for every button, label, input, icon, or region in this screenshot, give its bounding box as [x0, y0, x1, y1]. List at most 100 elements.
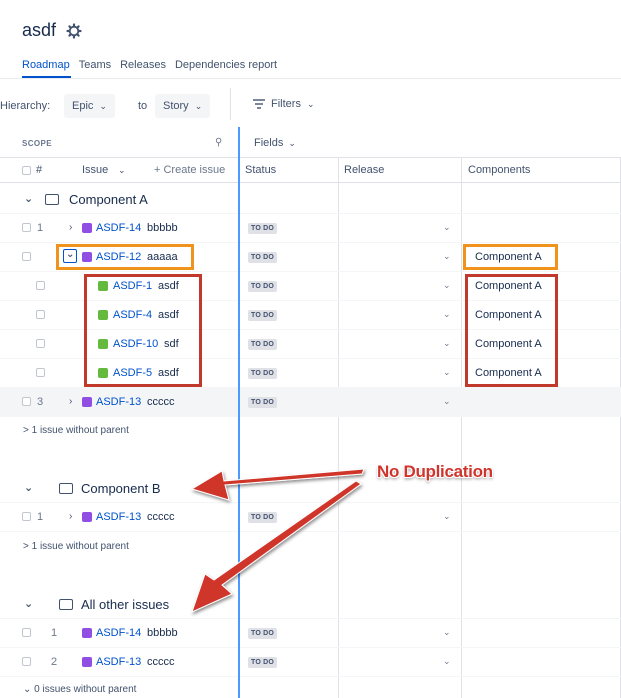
group-header-all-other-issues[interactable]: ⌄ All other issues: [0, 590, 621, 619]
chevron-down-icon[interactable]: ⌄: [443, 280, 451, 291]
epic-icon: [82, 397, 92, 407]
issue-key-link[interactable]: ASDF-13: [96, 656, 141, 668]
epic-icon: [82, 223, 92, 233]
folder-icon: [59, 483, 73, 494]
tab-teams[interactable]: Teams: [79, 59, 111, 71]
filter-icon: [253, 99, 265, 109]
status-badge[interactable]: TO DO: [248, 628, 278, 639]
expand-chevron-icon[interactable]: ›: [69, 511, 72, 522]
column-header-row: # Issue ⌄ + Create issue Status Release …: [0, 157, 621, 183]
issues-without-parent-toggle[interactable]: > 1 issue without parent: [23, 425, 129, 436]
group-title: All other issues: [81, 597, 170, 612]
chevron-down-icon[interactable]: ⌄: [443, 222, 451, 233]
issue-summary: bbbbb: [147, 222, 178, 234]
row-number: 1: [37, 222, 44, 234]
row-checkbox[interactable]: [36, 310, 45, 319]
scope-resize-divider[interactable]: [238, 127, 240, 698]
chevron-down-icon: ⌄: [288, 137, 296, 148]
group-header-component-a[interactable]: ⌄ Component A: [0, 185, 621, 214]
toolbar-divider: [230, 88, 231, 120]
table-row[interactable]: 1 › ASDF-14 bbbbb TO DO ⌄: [0, 214, 621, 243]
table-row[interactable]: 3 › ASDF-13 ccccc TO DO ⌄: [0, 388, 621, 417]
issues-without-parent-toggle[interactable]: > 1 issue without parent: [23, 541, 129, 552]
highlight-epic-component: [463, 244, 558, 270]
issue-key-link[interactable]: ASDF-13: [96, 511, 141, 523]
issue-key-link[interactable]: ASDF-13: [96, 396, 141, 408]
folder-icon: [59, 599, 73, 610]
epic-icon: [82, 512, 92, 522]
chevron-down-icon[interactable]: ⌄: [24, 481, 33, 494]
status-badge[interactable]: TO DO: [248, 397, 278, 408]
chevron-down-icon[interactable]: ⌄: [443, 396, 451, 407]
project-title: asdf: [22, 20, 57, 40]
status-badge[interactable]: TO DO: [248, 223, 278, 234]
fields-label: Fields: [254, 137, 284, 149]
tabs-divider: [0, 78, 621, 79]
chevron-down-icon[interactable]: ⌄: [443, 338, 451, 349]
row-checkbox[interactable]: [22, 397, 31, 406]
fields-dropdown[interactable]: Fields ⌄: [254, 137, 296, 149]
hierarchy-label: Hierarchy:: [0, 100, 51, 112]
issues-without-parent-toggle[interactable]: ⌄ 0 issues without parent: [23, 684, 136, 695]
highlight-child-components: [465, 274, 558, 387]
issue-key-link[interactable]: ASDF-14: [96, 627, 141, 639]
tab-releases[interactable]: Releases: [120, 59, 166, 71]
row-checkbox[interactable]: [22, 628, 31, 637]
create-issue-button[interactable]: + Create issue: [154, 164, 225, 176]
chevron-down-icon[interactable]: ⌄: [443, 367, 451, 378]
chevron-down-icon: ⌄: [99, 100, 107, 111]
chevron-down-icon: ⌄: [194, 100, 203, 111]
status-badge[interactable]: TO DO: [248, 512, 278, 523]
status-badge[interactable]: TO DO: [248, 281, 278, 292]
select-all-checkbox[interactable]: [22, 166, 31, 175]
row-checkbox[interactable]: [36, 368, 45, 377]
row-checkbox[interactable]: [36, 281, 45, 290]
status-badge[interactable]: TO DO: [248, 339, 278, 350]
row-checkbox[interactable]: [22, 657, 31, 666]
tab-roadmap[interactable]: Roadmap: [22, 59, 70, 71]
column-release: Release: [344, 164, 385, 176]
row-checkbox[interactable]: [22, 252, 31, 261]
group-title: Component B: [81, 481, 161, 496]
chevron-down-icon[interactable]: ⌄: [24, 597, 33, 610]
chevron-down-icon[interactable]: ⌄: [443, 627, 451, 638]
expand-chevron-icon[interactable]: ›: [69, 222, 72, 233]
filters-button[interactable]: Filters ⌄: [253, 98, 315, 110]
row-checkbox[interactable]: [36, 339, 45, 348]
status-badge[interactable]: TO DO: [248, 310, 278, 321]
table-row[interactable]: 1 › ASDF-13 ccccc TO DO ⌄: [0, 503, 621, 532]
tab-dependencies-report[interactable]: Dependencies report: [175, 59, 277, 71]
hierarchy-from-dropdown[interactable]: Epic ⌄: [64, 94, 115, 118]
table-row[interactable]: 2 ASDF-13 ccccc TO DO ⌄: [0, 648, 621, 677]
gear-icon[interactable]: [66, 23, 82, 39]
column-status: Status: [245, 164, 277, 176]
column-number: #: [36, 164, 43, 176]
row-number: 2: [51, 656, 58, 668]
scope-label: SCOPE: [22, 139, 53, 148]
issue-key-link[interactable]: ASDF-14: [96, 222, 141, 234]
group-title: Component A: [69, 192, 148, 207]
table-row[interactable]: 1 ASDF-14 bbbbb TO DO ⌄: [0, 619, 621, 648]
chevron-down-icon[interactable]: ⌄: [443, 656, 451, 667]
chevron-down-icon[interactable]: ⌄: [24, 192, 33, 205]
row-checkbox[interactable]: [22, 512, 31, 521]
row-checkbox[interactable]: [22, 223, 31, 232]
group-header-component-b[interactable]: ⌄ Component B: [0, 474, 621, 503]
status-badge[interactable]: TO DO: [248, 252, 278, 263]
epic-icon: [82, 657, 92, 667]
status-badge[interactable]: TO DO: [248, 657, 278, 668]
row-number: 3: [37, 396, 44, 408]
chevron-down-icon[interactable]: ⌄: [443, 251, 451, 262]
hierarchy-to-dropdown[interactable]: Story ⌄: [155, 94, 211, 118]
chevron-down-icon[interactable]: ⌄: [443, 511, 451, 522]
chevron-down-icon: ⌄: [306, 98, 315, 109]
column-issue[interactable]: Issue: [82, 164, 108, 176]
to-label: to: [138, 100, 148, 112]
issue-summary: ccccc: [147, 396, 175, 408]
chevron-down-icon[interactable]: ⌄: [443, 309, 451, 320]
expand-chevron-icon[interactable]: ›: [69, 396, 72, 407]
annotation-callout: No Duplication: [377, 462, 493, 481]
status-badge[interactable]: TO DO: [248, 368, 278, 379]
hierarchy-to-value: Story: [163, 100, 189, 112]
search-icon[interactable]: ⚲: [215, 137, 222, 148]
